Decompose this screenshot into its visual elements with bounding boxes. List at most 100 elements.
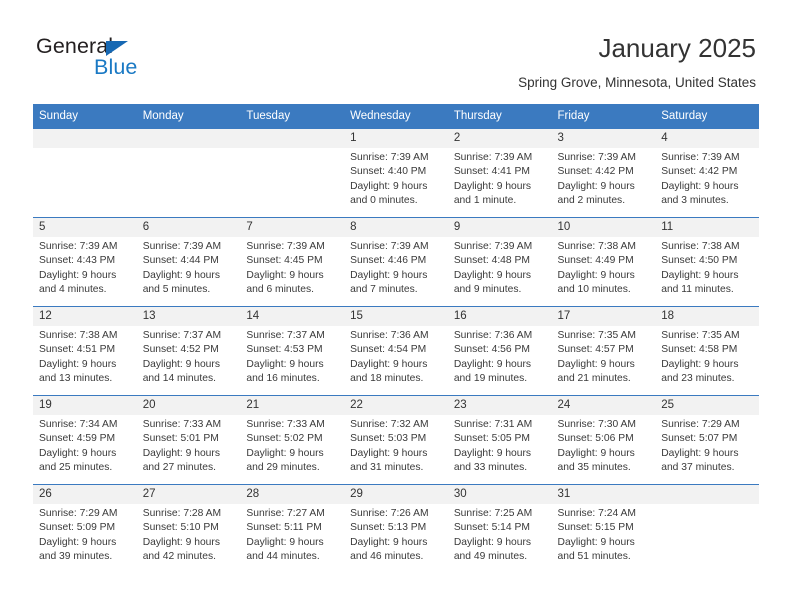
sunrise-text: Sunrise: 7:36 AM xyxy=(350,330,429,341)
day-number: 12 xyxy=(33,307,137,326)
sunrise-text: Sunrise: 7:37 AM xyxy=(246,330,325,341)
day-cell-content: 19 Sunrise: 7:34 AM Sunset: 4:59 PM Dayligh… xyxy=(33,396,137,484)
calendar-day-cell[interactable]: 31 Sunrise: 7:24 AM Sunset: 5:15 PM Dayligh… xyxy=(551,484,656,573)
calendar-day-cell-empty xyxy=(33,128,137,218)
daylight-text-line2: and 7 minutes. xyxy=(350,283,418,295)
calendar-day-cell[interactable]: 28 Sunrise: 7:27 AM Sunset: 5:11 PM Dayligh… xyxy=(240,484,345,573)
calendar-day-cell[interactable]: 16 Sunrise: 7:36 AM Sunset: 4:56 PM Dayligh… xyxy=(447,306,552,396)
day-sun-info: Sunrise: 7:34 AM Sunset: 4:59 PM Daylight:… xyxy=(33,415,137,475)
calendar-day-cell[interactable]: 27 Sunrise: 7:28 AM Sunset: 5:10 PM Dayligh… xyxy=(136,484,241,573)
daylight-text-line1: Daylight: 9 hours xyxy=(453,447,532,459)
calendar-day-cell[interactable]: 19 Sunrise: 7:34 AM Sunset: 4:59 PM Dayligh… xyxy=(33,395,137,485)
daylight-text-line1: Daylight: 9 hours xyxy=(661,447,739,459)
calendar-day-cell[interactable]: 9 Sunrise: 7:39 AM Sunset: 4:48 PM Daylight… xyxy=(447,217,552,307)
day-cell-content: 24 Sunrise: 7:30 AM Sunset: 5:06 PM Dayligh… xyxy=(551,396,656,484)
daylight-text-line1: Daylight: 9 hours xyxy=(142,536,220,548)
sunset-text: Sunset: 5:07 PM xyxy=(661,433,738,445)
sunrise-text: Sunrise: 7:39 AM xyxy=(453,152,533,163)
calendar-day-cell[interactable]: 4 Sunrise: 7:39 AM Sunset: 4:42 PM Daylight… xyxy=(655,128,759,218)
day-cell-content: 31 Sunrise: 7:24 AM Sunset: 5:15 PM Dayligh… xyxy=(551,485,656,573)
sunset-text: Sunset: 4:56 PM xyxy=(453,344,530,356)
weekday-header-friday: Friday xyxy=(551,104,656,129)
daylight-text-line2: and 23 minutes. xyxy=(661,372,735,384)
daylight-text-line1: Daylight: 9 hours xyxy=(350,180,428,192)
day-sun-info: Sunrise: 7:39 AM Sunset: 4:42 PM Daylight:… xyxy=(552,148,656,208)
sunrise-text: Sunrise: 7:39 AM xyxy=(350,152,429,163)
day-sun-info: Sunrise: 7:27 AM Sunset: 5:11 PM Daylight:… xyxy=(240,504,344,564)
sunset-text: Sunset: 4:46 PM xyxy=(350,255,427,267)
day-number xyxy=(136,129,241,148)
sunset-text: Sunset: 5:13 PM xyxy=(350,522,427,534)
sunset-text: Sunset: 5:01 PM xyxy=(142,433,219,445)
sunrise-text: Sunrise: 7:33 AM xyxy=(142,419,222,430)
calendar-day-cell[interactable]: 18 Sunrise: 7:35 AM Sunset: 4:58 PM Dayligh… xyxy=(655,306,759,396)
calendar-day-cell[interactable]: 3 Sunrise: 7:39 AM Sunset: 4:42 PM Daylight… xyxy=(551,128,656,218)
calendar-day-cell[interactable]: 23 Sunrise: 7:31 AM Sunset: 5:05 PM Dayligh… xyxy=(447,395,552,485)
calendar-day-cell[interactable]: 15 Sunrise: 7:36 AM Sunset: 4:54 PM Dayligh… xyxy=(344,306,448,396)
daylight-text-line2: and 46 minutes. xyxy=(350,550,424,562)
sunset-text: Sunset: 5:15 PM xyxy=(557,522,634,534)
daylight-text-line2: and 3 minutes. xyxy=(661,194,729,206)
day-cell-content: 3 Sunrise: 7:39 AM Sunset: 4:42 PM Daylight… xyxy=(551,129,656,217)
calendar-day-cell[interactable]: 17 Sunrise: 7:35 AM Sunset: 4:57 PM Dayligh… xyxy=(551,306,656,396)
day-sun-info xyxy=(655,504,759,507)
weekday-header-sunday: Sunday xyxy=(33,104,137,129)
calendar-day-cell[interactable]: 6 Sunrise: 7:39 AM Sunset: 4:44 PM Daylight… xyxy=(136,217,241,307)
daylight-text-line2: and 27 minutes. xyxy=(142,461,216,473)
day-cell-content: 9 Sunrise: 7:39 AM Sunset: 4:48 PM Daylight… xyxy=(447,218,552,306)
calendar-day-cell[interactable]: 10 Sunrise: 7:38 AM Sunset: 4:49 PM Dayligh… xyxy=(551,217,656,307)
calendar-day-cell[interactable]: 13 Sunrise: 7:37 AM Sunset: 4:52 PM Dayligh… xyxy=(136,306,241,396)
calendar-day-cell[interactable]: 24 Sunrise: 7:30 AM Sunset: 5:06 PM Dayligh… xyxy=(551,395,656,485)
calendar-day-cell[interactable]: 26 Sunrise: 7:29 AM Sunset: 5:09 PM Dayligh… xyxy=(33,484,137,573)
day-number: 4 xyxy=(655,129,759,148)
day-cell-content: 4 Sunrise: 7:39 AM Sunset: 4:42 PM Daylight… xyxy=(655,129,759,217)
calendar-day-cell[interactable]: 14 Sunrise: 7:37 AM Sunset: 4:53 PM Dayligh… xyxy=(240,306,345,396)
calendar-day-cell[interactable]: 25 Sunrise: 7:29 AM Sunset: 5:07 PM Dayligh… xyxy=(655,395,759,485)
day-cell-content xyxy=(655,485,759,573)
sunrise-text: Sunrise: 7:39 AM xyxy=(350,241,429,252)
day-cell-content: 12 Sunrise: 7:38 AM Sunset: 4:51 PM Dayligh… xyxy=(33,307,137,395)
calendar-page: General Blue January 2025 Spring Grove, … xyxy=(0,0,792,612)
general-blue-logo[interactable]: General Blue xyxy=(36,34,236,88)
calendar-day-cell[interactable]: 29 Sunrise: 7:26 AM Sunset: 5:13 PM Dayligh… xyxy=(344,484,448,573)
daylight-text-line2: and 39 minutes. xyxy=(39,550,113,562)
daylight-text-line2: and 37 minutes. xyxy=(661,461,735,473)
calendar-day-cell[interactable]: 11 Sunrise: 7:38 AM Sunset: 4:50 PM Dayligh… xyxy=(655,217,759,307)
calendar-day-cell[interactable]: 8 Sunrise: 7:39 AM Sunset: 4:46 PM Daylight… xyxy=(344,217,448,307)
calendar-week-row: 19 Sunrise: 7:34 AM Sunset: 4:59 PM Dayligh… xyxy=(33,395,759,485)
daylight-text-line1: Daylight: 9 hours xyxy=(557,180,635,192)
sunrise-text: Sunrise: 7:31 AM xyxy=(453,419,533,430)
daylight-text-line2: and 1 minute. xyxy=(453,194,517,206)
page-title: January 2025 xyxy=(598,33,756,63)
daylight-text-line1: Daylight: 9 hours xyxy=(39,447,117,459)
day-number: 21 xyxy=(240,396,345,415)
sunrise-text: Sunrise: 7:37 AM xyxy=(142,330,222,341)
daylight-text-line1: Daylight: 9 hours xyxy=(246,358,324,370)
daylight-text-line1: Daylight: 9 hours xyxy=(453,358,532,370)
daylight-text-line1: Daylight: 9 hours xyxy=(557,536,635,548)
day-number: 25 xyxy=(655,396,759,415)
calendar-grid: Sunday Monday Tuesday Wednesday Thursday… xyxy=(33,104,759,573)
day-sun-info: Sunrise: 7:35 AM Sunset: 4:58 PM Daylight:… xyxy=(655,326,759,386)
sunset-text: Sunset: 4:42 PM xyxy=(661,166,738,178)
calendar-day-cell[interactable]: 12 Sunrise: 7:38 AM Sunset: 4:51 PM Dayligh… xyxy=(33,306,137,396)
day-sun-info: Sunrise: 7:31 AM Sunset: 5:05 PM Daylight:… xyxy=(448,415,552,475)
day-sun-info: Sunrise: 7:30 AM Sunset: 5:06 PM Daylight:… xyxy=(552,415,656,475)
day-sun-info: Sunrise: 7:28 AM Sunset: 5:10 PM Daylight:… xyxy=(137,504,241,564)
day-number: 8 xyxy=(344,218,448,237)
calendar-week-row: 26 Sunrise: 7:29 AM Sunset: 5:09 PM Dayligh… xyxy=(33,484,759,573)
calendar-day-cell[interactable]: 21 Sunrise: 7:33 AM Sunset: 5:02 PM Dayligh… xyxy=(240,395,345,485)
calendar-day-cell[interactable]: 5 Sunrise: 7:39 AM Sunset: 4:43 PM Daylight… xyxy=(33,217,137,307)
calendar-day-cell[interactable]: 30 Sunrise: 7:25 AM Sunset: 5:14 PM Dayligh… xyxy=(447,484,552,573)
calendar-week-row: 5 Sunrise: 7:39 AM Sunset: 4:43 PM Daylight… xyxy=(33,217,759,307)
sunrise-text: Sunrise: 7:29 AM xyxy=(661,419,740,430)
calendar-day-cell[interactable]: 1 Sunrise: 7:39 AM Sunset: 4:40 PM Daylight… xyxy=(344,128,448,218)
daylight-text-line2: and 16 minutes. xyxy=(246,372,320,384)
sunrise-text: Sunrise: 7:39 AM xyxy=(453,241,533,252)
calendar-day-cell[interactable]: 7 Sunrise: 7:39 AM Sunset: 4:45 PM Daylight… xyxy=(240,217,345,307)
calendar-day-cell[interactable]: 22 Sunrise: 7:32 AM Sunset: 5:03 PM Dayligh… xyxy=(344,395,448,485)
calendar-day-cell[interactable]: 20 Sunrise: 7:33 AM Sunset: 5:01 PM Dayligh… xyxy=(136,395,241,485)
daylight-text-line2: and 51 minutes. xyxy=(557,550,631,562)
calendar-day-cell[interactable]: 2 Sunrise: 7:39 AM Sunset: 4:41 PM Daylight… xyxy=(447,128,552,218)
daylight-text-line1: Daylight: 9 hours xyxy=(350,447,428,459)
